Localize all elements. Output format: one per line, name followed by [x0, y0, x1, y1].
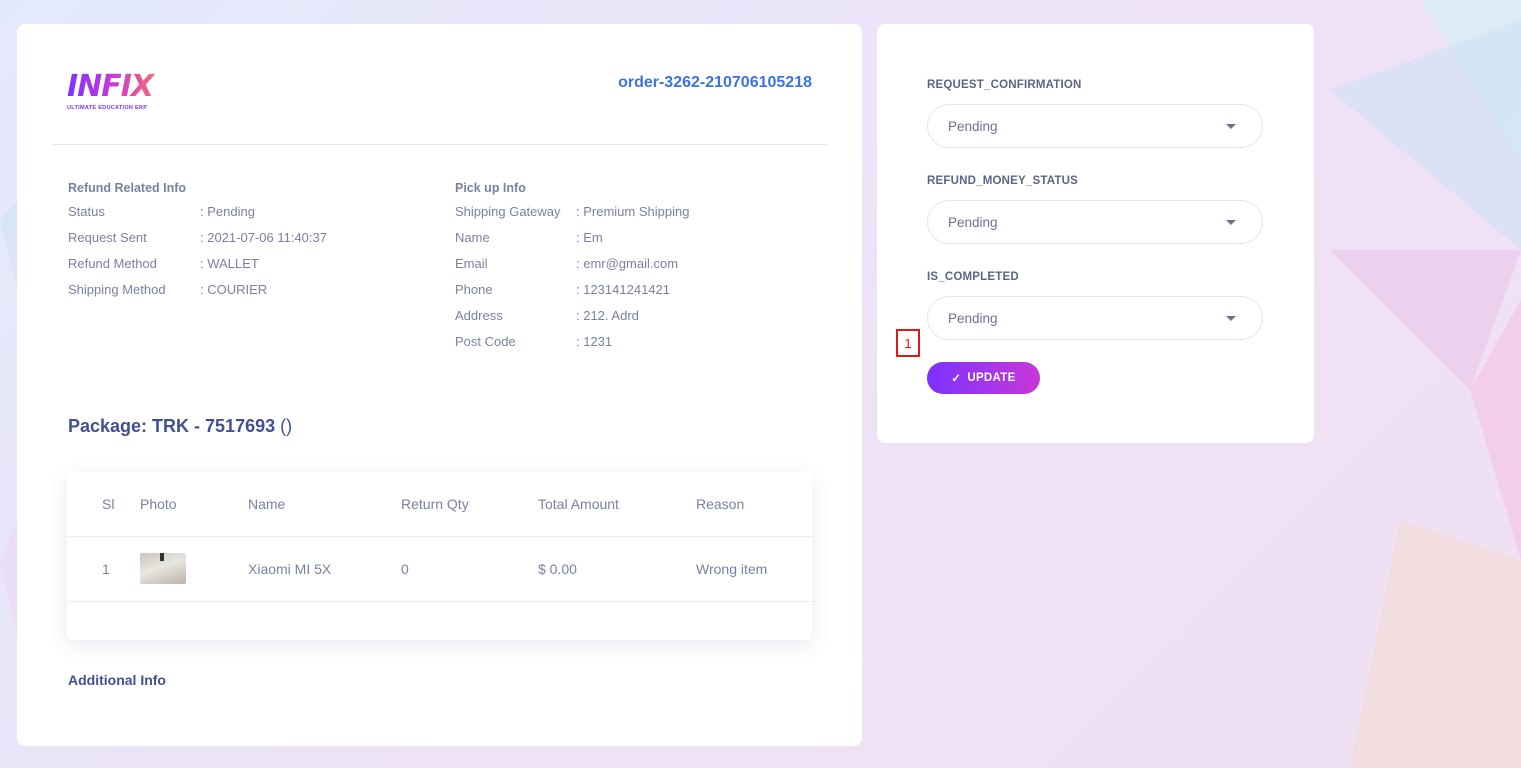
info-row-email: Email : emr@gmail.com — [455, 256, 689, 282]
request-confirmation-select[interactable]: Pending — [927, 104, 1263, 148]
pickup-info-heading: Pick up Info — [455, 181, 526, 195]
col-header-photo: Photo — [140, 496, 177, 512]
info-row-address: Address : 212. Adrd — [455, 308, 689, 334]
select-value: Pending — [948, 214, 998, 230]
info-value: : Premium Shipping — [576, 204, 690, 219]
additional-info-heading: Additional Info — [68, 672, 166, 688]
info-label: Shipping Gateway — [455, 204, 561, 219]
col-header-name: Name — [248, 496, 286, 512]
refund-money-status-select[interactable]: Pending — [927, 200, 1263, 244]
refund-info-section: Refund Related Info Status : Pending Req… — [68, 181, 327, 308]
is-completed-select[interactable]: Pending — [927, 296, 1263, 340]
info-row-status: Status : Pending — [68, 204, 327, 230]
info-value: : 2021-07-06 11:40:37 — [200, 230, 327, 245]
info-label: Refund Method — [68, 256, 157, 271]
info-label: Request Sent — [68, 230, 147, 245]
select-value: Pending — [948, 310, 998, 326]
info-label: Status — [68, 204, 105, 219]
refund-info-heading: Refund Related Info — [68, 181, 187, 195]
refund-money-status-label: REFUND_MONEY_STATUS — [927, 175, 1078, 187]
info-row-shipping-method: Shipping Method : COURIER — [68, 282, 327, 308]
order-id: order-3262-210706105218 — [618, 74, 812, 91]
info-row-post-code: Post Code : 1231 — [455, 334, 689, 360]
logo-text: INFIX — [67, 72, 167, 102]
col-header-return-qty: Return Qty — [401, 496, 469, 512]
update-label: UPDATE — [967, 372, 1016, 384]
status-update-card: REQUEST_CONFIRMATION Pending REFUND_MONE… — [877, 24, 1314, 443]
chevron-down-icon — [1226, 124, 1236, 129]
chevron-down-icon — [1226, 220, 1236, 225]
info-value: : Em — [576, 230, 603, 245]
info-row-request-sent: Request Sent : 2021-07-06 11:40:37 — [68, 230, 327, 256]
product-photo[interactable] — [140, 553, 186, 584]
select-value: Pending — [948, 118, 998, 134]
cell-photo — [140, 536, 186, 601]
info-label: Name — [455, 230, 490, 245]
info-value: : 1231 — [576, 334, 613, 349]
info-value: : Pending — [200, 204, 255, 219]
info-value: : 123141241421 — [576, 282, 670, 297]
info-label: Post Code — [455, 334, 516, 349]
is-completed-label: IS_COMPLETED — [927, 271, 1019, 283]
request-confirmation-label: REQUEST_CONFIRMATION — [927, 79, 1082, 91]
cell-total-amount: $ 0.00 — [538, 560, 577, 577]
cell-return-qty: 0 — [401, 560, 409, 577]
info-value: : 212. Adrd — [576, 308, 639, 323]
info-row-name: Name : Em — [455, 230, 689, 256]
info-value: : COURIER — [200, 282, 268, 297]
package-paren: () — [280, 416, 293, 436]
cell-reason: Wrong item — [696, 560, 768, 577]
return-items-table: Sl Photo Name Return Qty Total Amount Re… — [67, 472, 812, 640]
refund-details-card: INFIX ULTIMATE EDUCATION ERP order-3262-… — [17, 24, 862, 746]
infix-logo[interactable]: INFIX ULTIMATE EDUCATION ERP — [67, 72, 167, 116]
package-title: Package: TRK - 7517693 () — [68, 416, 292, 437]
info-value: : emr@gmail.com — [576, 256, 679, 271]
table-header: Sl Photo Name Return Qty Total Amount Re… — [67, 472, 812, 537]
info-row-shipping-gateway: Shipping Gateway : Premium Shipping — [455, 204, 689, 230]
pickup-info-section: Pick up Info Shipping Gateway : Premium … — [455, 181, 689, 360]
col-header-reason: Reason — [696, 496, 745, 512]
cell-sl: 1 — [102, 560, 110, 577]
info-label: Shipping Method — [68, 282, 166, 297]
update-button[interactable]: ✓ UPDATE — [927, 362, 1040, 394]
info-value: : WALLET — [200, 256, 259, 271]
info-row-phone: Phone : 123141241421 — [455, 282, 689, 308]
info-row-refund-method: Refund Method : WALLET — [68, 256, 327, 282]
package-label: Package: TRK - 7517693 — [68, 416, 276, 436]
annotation-marker: 1 — [896, 329, 920, 357]
chevron-down-icon — [1226, 316, 1236, 321]
info-label: Phone — [455, 282, 493, 297]
col-header-total-amount: Total Amount — [538, 496, 619, 512]
divider — [52, 144, 827, 145]
col-header-sl: Sl — [102, 496, 115, 512]
cell-name: Xiaomi MI 5X — [248, 560, 332, 577]
logo-subtitle: ULTIMATE EDUCATION ERP — [67, 105, 148, 111]
check-icon: ✓ — [951, 373, 962, 385]
info-label: Address — [455, 308, 503, 323]
info-label: Email — [455, 256, 488, 271]
table-row: 1 Xiaomi MI 5X 0 $ 0.00 Wrong item — [67, 536, 812, 602]
